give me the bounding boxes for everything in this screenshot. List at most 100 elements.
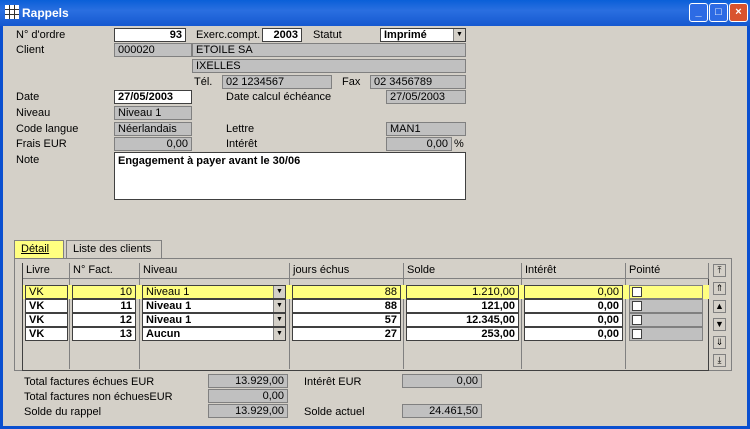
frais-field: 0,00: [114, 137, 192, 151]
minimize-button[interactable]: _: [689, 3, 708, 22]
row1-niveau[interactable]: Niveau 1 ▼: [142, 285, 286, 299]
row2-solde[interactable]: 121,00: [406, 299, 519, 313]
row2-niveau-value: Niveau 1: [146, 300, 192, 312]
row3-pointe-checkbox[interactable]: [632, 315, 642, 325]
total-echues-field: 13.929,00: [208, 374, 288, 388]
close-button[interactable]: ×: [729, 3, 748, 22]
row4-pointe-checkbox[interactable]: [632, 329, 642, 339]
interet-eur-field: 0,00: [402, 374, 482, 388]
chevron-down-icon[interactable]: ▼: [273, 300, 285, 312]
row2-livre[interactable]: VK: [25, 299, 68, 313]
title-bar: Rappels _ □ ×: [0, 0, 750, 26]
row4-solde[interactable]: 253,00: [406, 327, 519, 341]
row2-niveau[interactable]: Niveau 1 ▼: [142, 299, 286, 313]
exerc-field[interactable]: 2003: [262, 28, 302, 42]
tab-detail[interactable]: Détail: [14, 240, 64, 258]
tel-label: Tél.: [194, 76, 213, 88]
col-header-fact[interactable]: N° Fact.: [70, 263, 140, 279]
row3-niveau-value: Niveau 1: [146, 314, 192, 326]
row2-interet[interactable]: 0,00: [524, 299, 623, 313]
first-record-icon[interactable]: ⤒: [713, 264, 726, 277]
interet-field: 0,00: [386, 137, 452, 151]
lettre-field: MAN1: [386, 122, 466, 136]
up-arrow-icon[interactable]: ▲: [713, 300, 726, 313]
row3-fact[interactable]: 12: [72, 313, 136, 327]
row1-pointe-checkbox[interactable]: [632, 287, 642, 297]
row1-niveau-value: Niveau 1: [146, 286, 190, 298]
percent-label: %: [454, 138, 464, 150]
row1-fact[interactable]: 10: [72, 285, 136, 299]
col-header-interet[interactable]: Intérêt: [522, 263, 626, 279]
chevron-down-icon[interactable]: ▼: [453, 29, 465, 41]
client-name-field: ETOILE SA: [192, 43, 466, 57]
chevron-down-icon[interactable]: ▼: [273, 328, 285, 340]
statut-value: Imprimé: [384, 29, 427, 41]
solde-rappel-field: 13.929,00: [208, 404, 288, 418]
date-label: Date: [16, 91, 40, 103]
lettre-label: Lettre: [226, 123, 255, 135]
row2-fact[interactable]: 11: [72, 299, 136, 313]
fax-label: Fax: [342, 76, 361, 88]
client-label: Client: [16, 44, 45, 56]
tab-liste-clients-label: Liste des clients: [73, 243, 152, 255]
interet-eur-label: Intérêt EUR: [304, 376, 362, 388]
page-up-icon[interactable]: ⇑: [713, 282, 726, 295]
note-label: Note: [16, 154, 40, 166]
chevron-down-icon[interactable]: ▼: [273, 286, 285, 298]
tab-liste-clients[interactable]: Liste des clients: [66, 240, 162, 258]
client-code-field[interactable]: 000020: [114, 43, 192, 57]
niveau-field: Niveau 1: [114, 106, 192, 120]
last-record-icon[interactable]: ⤓: [713, 354, 726, 367]
total-non-echues-field: 0,00: [208, 389, 288, 403]
row1-jours[interactable]: 88: [292, 285, 401, 299]
no-ordre-field[interactable]: 93: [114, 28, 186, 42]
row3-livre[interactable]: VK: [25, 313, 68, 327]
col-header-niveau[interactable]: Niveau: [140, 263, 290, 279]
interet-label: Intérêt: [226, 138, 258, 150]
row3-solde[interactable]: 12.345,00: [406, 313, 519, 327]
code-langue-field: Néerlandais: [114, 122, 192, 136]
row4-jours[interactable]: 27: [292, 327, 401, 341]
date-field[interactable]: 27/05/2003: [114, 90, 192, 104]
total-echues-label: Total factures échues EUR: [24, 376, 155, 388]
row2-jours[interactable]: 88: [292, 299, 401, 313]
row4-niveau-value: Aucun: [146, 328, 181, 340]
row4-niveau[interactable]: Aucun ▼: [142, 327, 286, 341]
statut-select[interactable]: Imprimé ▼: [380, 28, 466, 42]
solde-actuel-label: Solde actuel: [304, 406, 365, 418]
page-down-icon[interactable]: ⇓: [713, 336, 726, 349]
col-header-jours[interactable]: jours échus: [290, 263, 404, 279]
total-non-echues-label: Total factures non échuesEUR: [24, 391, 173, 403]
col-header-livre[interactable]: Livre: [23, 263, 70, 279]
statut-label: Statut: [313, 29, 342, 41]
chevron-down-icon[interactable]: ▼: [273, 314, 285, 326]
row1-interet[interactable]: 0,00: [524, 285, 623, 299]
row3-interet[interactable]: 0,00: [524, 313, 623, 327]
solde-actuel-field: 24.461,50: [402, 404, 482, 418]
maximize-button[interactable]: □: [709, 3, 728, 22]
grid-app-icon: [5, 5, 19, 19]
row4-livre[interactable]: VK: [25, 327, 68, 341]
client-city-field: IXELLES: [192, 59, 466, 73]
row1-livre[interactable]: VK: [25, 285, 68, 299]
date-calc-field: 27/05/2003: [386, 90, 466, 104]
note-textarea[interactable]: Engagement à payer avant le 30/06: [114, 152, 466, 200]
row3-jours[interactable]: 57: [292, 313, 401, 327]
row4-fact[interactable]: 13: [72, 327, 136, 341]
solde-rappel-label: Solde du rappel: [24, 406, 102, 418]
row1-solde[interactable]: 1.210,00: [406, 285, 519, 299]
window-title: Rappels: [22, 6, 69, 20]
exerc-label: Exerc.compt.: [196, 29, 261, 41]
fax-field: 02 3456789: [370, 75, 466, 89]
row2-pointe-checkbox[interactable]: [632, 301, 642, 311]
date-calc-label: Date calcul échéance: [226, 91, 332, 103]
tel-field: 02 1234567: [222, 75, 332, 89]
col-header-solde[interactable]: Solde: [404, 263, 522, 279]
niveau-label: Niveau: [16, 107, 51, 119]
down-arrow-icon[interactable]: ▼: [713, 318, 726, 331]
code-langue-label: Code langue: [16, 123, 79, 135]
row4-interet[interactable]: 0,00: [524, 327, 623, 341]
tab-detail-label: Détail: [21, 243, 50, 255]
col-header-pointe[interactable]: Pointé: [626, 263, 709, 279]
row3-niveau[interactable]: Niveau 1 ▼: [142, 313, 286, 327]
